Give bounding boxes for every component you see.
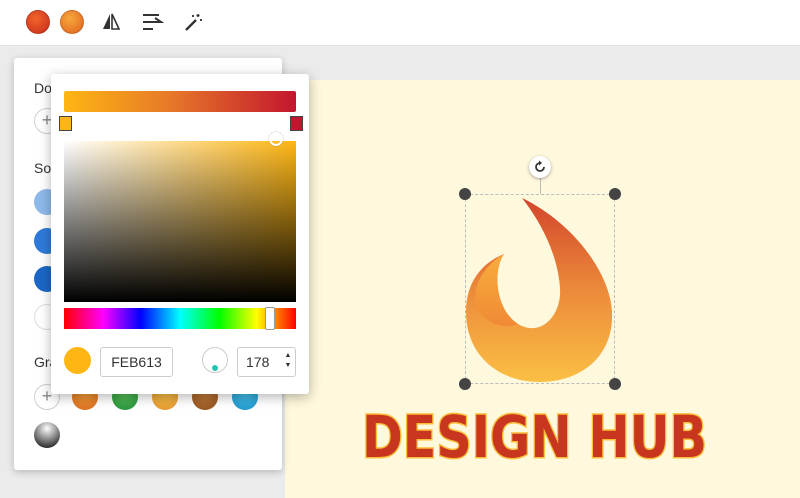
hue-slider[interactable]	[64, 308, 296, 329]
angle-value: 178	[246, 354, 270, 370]
gradient-swatch-orange[interactable]	[60, 10, 84, 34]
logo-title: DESIGN HUB	[362, 403, 707, 467]
document-colors-label: Do	[34, 80, 52, 96]
saturation-handle[interactable]	[269, 132, 283, 146]
resize-handle-top-left[interactable]	[459, 188, 471, 200]
hue-slider-handle[interactable]	[265, 307, 275, 330]
toolbar	[0, 0, 800, 46]
gradient-preview-bar[interactable]	[64, 91, 296, 112]
gradient-angle-dial[interactable]	[202, 347, 228, 373]
resize-handle-top-right[interactable]	[609, 188, 621, 200]
selection-box	[465, 194, 615, 384]
angle-indicator	[212, 365, 218, 371]
hex-color-input[interactable]: FEB613	[100, 347, 173, 377]
magic-wand-icon[interactable]	[181, 10, 205, 34]
rotation-connector	[540, 178, 541, 194]
gradient-stop-end[interactable]	[290, 116, 303, 131]
angle-down-arrow[interactable]: ▼	[283, 361, 293, 371]
align-icon[interactable]	[140, 10, 164, 34]
gradient-swatch[interactable]	[34, 422, 60, 448]
solid-colors-label: So	[34, 160, 52, 176]
angle-up-arrow[interactable]: ▲	[283, 351, 293, 361]
gradient-angle-input[interactable]: 178 ▲ ▼	[237, 347, 296, 377]
current-color-preview	[64, 347, 91, 374]
rotate-icon	[535, 160, 545, 172]
resize-handle-bottom-right[interactable]	[609, 378, 621, 390]
flip-horizontal-icon[interactable]	[99, 10, 123, 34]
gradient-color-picker: FEB613 178 ▲ ▼	[51, 74, 309, 394]
gradient-swatch-red[interactable]	[26, 10, 50, 34]
saturation-value-area[interactable]	[64, 141, 296, 302]
angle-stepper[interactable]: ▲ ▼	[283, 351, 293, 373]
gradient-stop-start[interactable]	[59, 116, 72, 131]
rotate-handle[interactable]	[529, 156, 551, 178]
resize-handle-bottom-left[interactable]	[459, 378, 471, 390]
logo-text[interactable]: DESIGN HUB	[362, 397, 762, 468]
